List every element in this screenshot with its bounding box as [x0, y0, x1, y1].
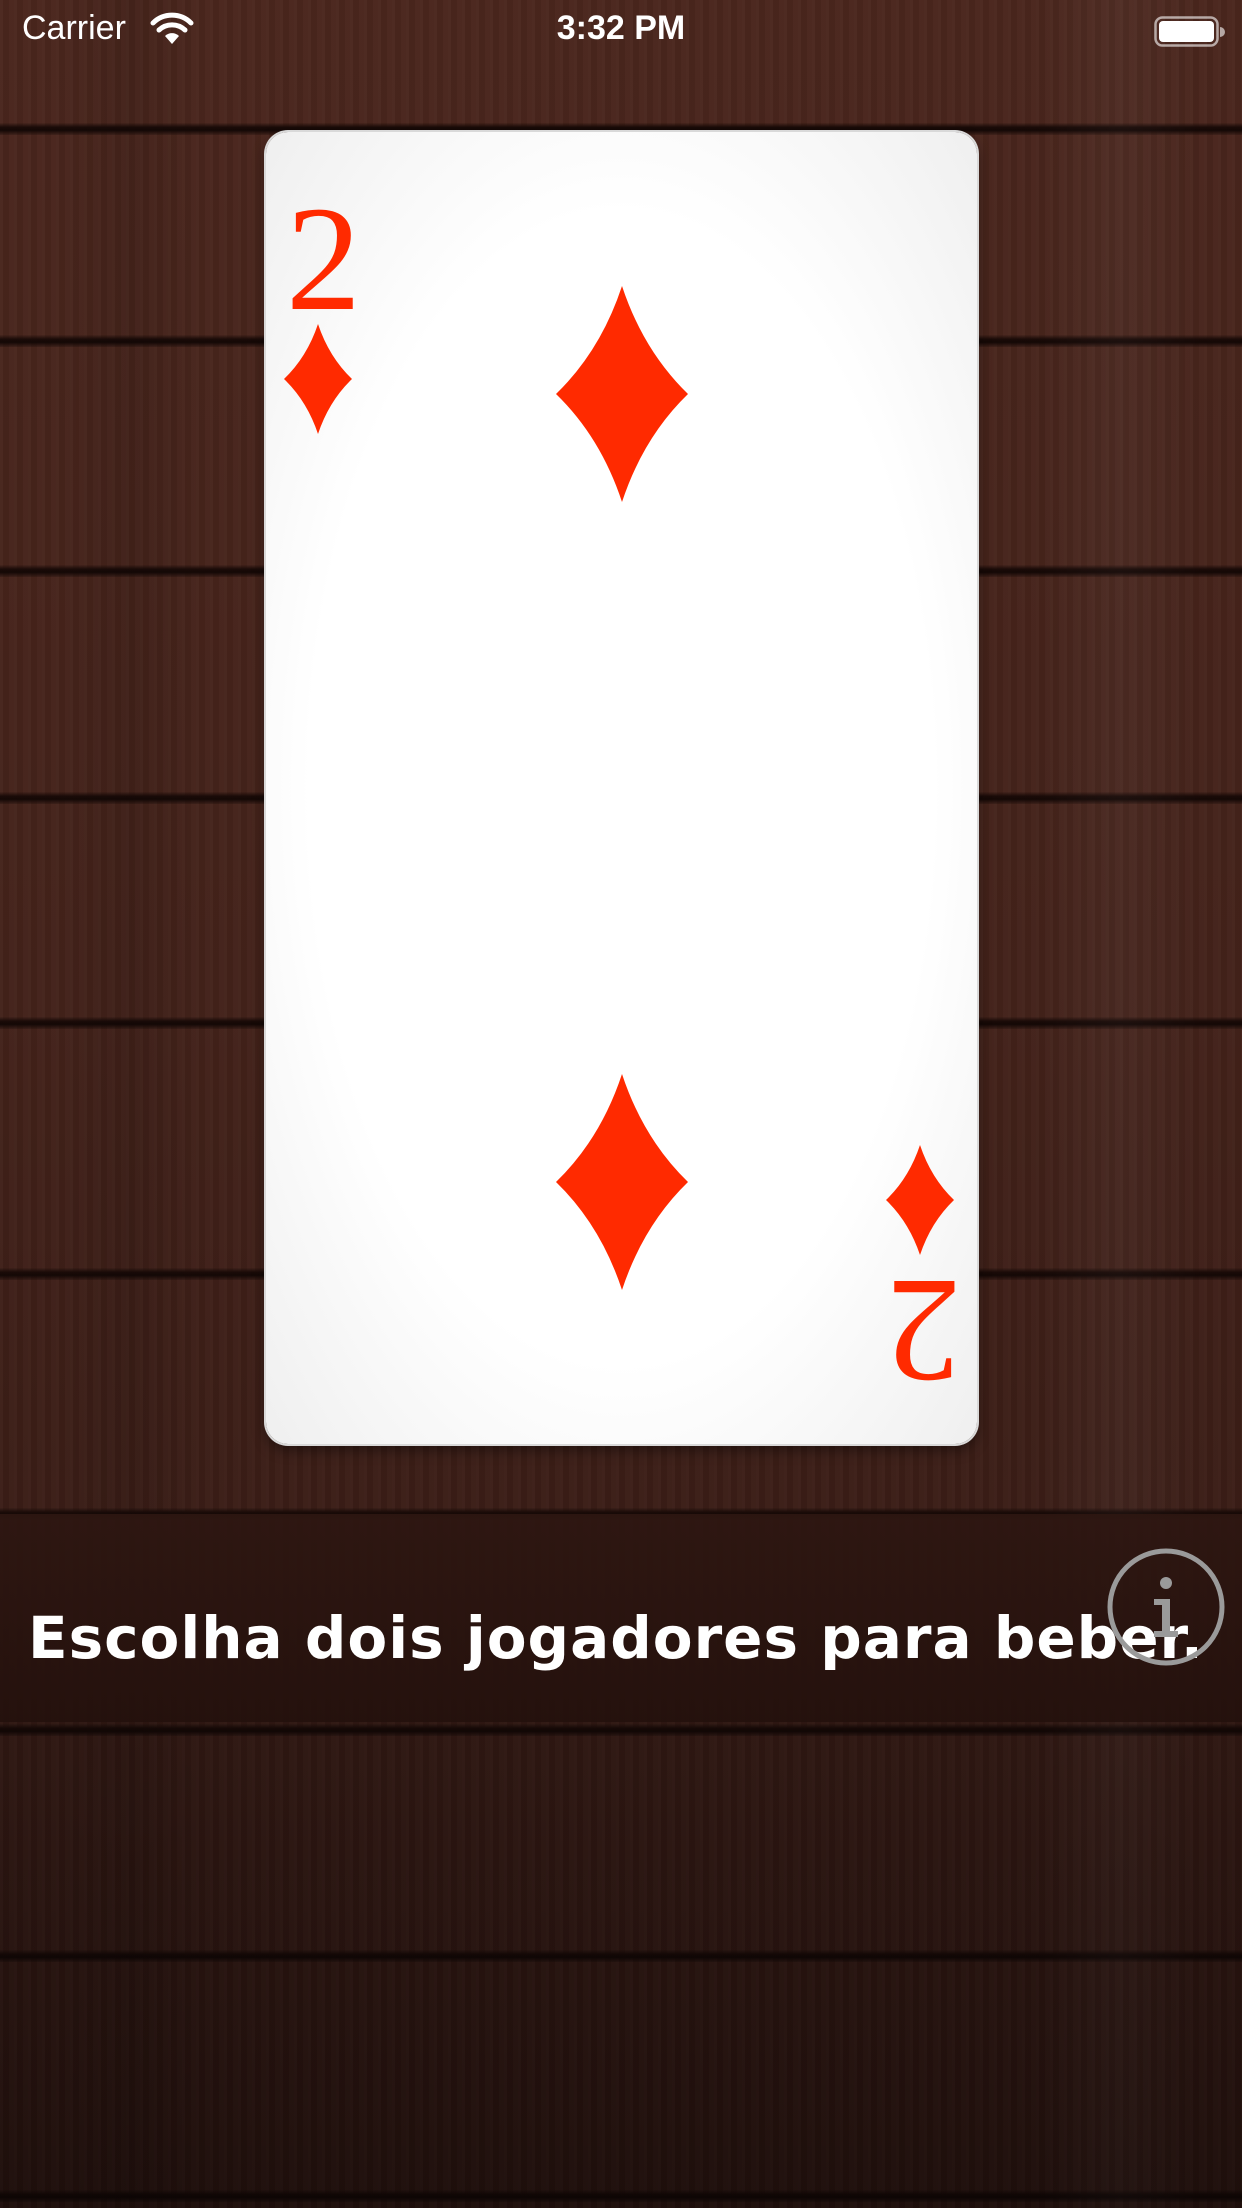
diamond-icon [556, 286, 688, 506]
battery-icon [1154, 16, 1226, 52]
card-rank-bottom: 2 [886, 1248, 961, 1414]
playing-card[interactable]: 2 2 [266, 132, 977, 1444]
diamond-icon [284, 324, 352, 438]
info-icon [1107, 1548, 1225, 1666]
card-rule-text: Escolha dois jogadores para beber. [28, 1604, 1204, 1672]
diamond-icon [886, 1141, 954, 1255]
bottom-darkening [0, 1722, 1242, 2208]
info-button[interactable] [1106, 1547, 1226, 1667]
diamond-icon [556, 1074, 688, 1294]
status-bar: Carrier 3:32 PM [0, 0, 1242, 62]
card-rank-top: 2 [286, 176, 361, 342]
clock-time: 3:32 PM [556, 9, 686, 47]
